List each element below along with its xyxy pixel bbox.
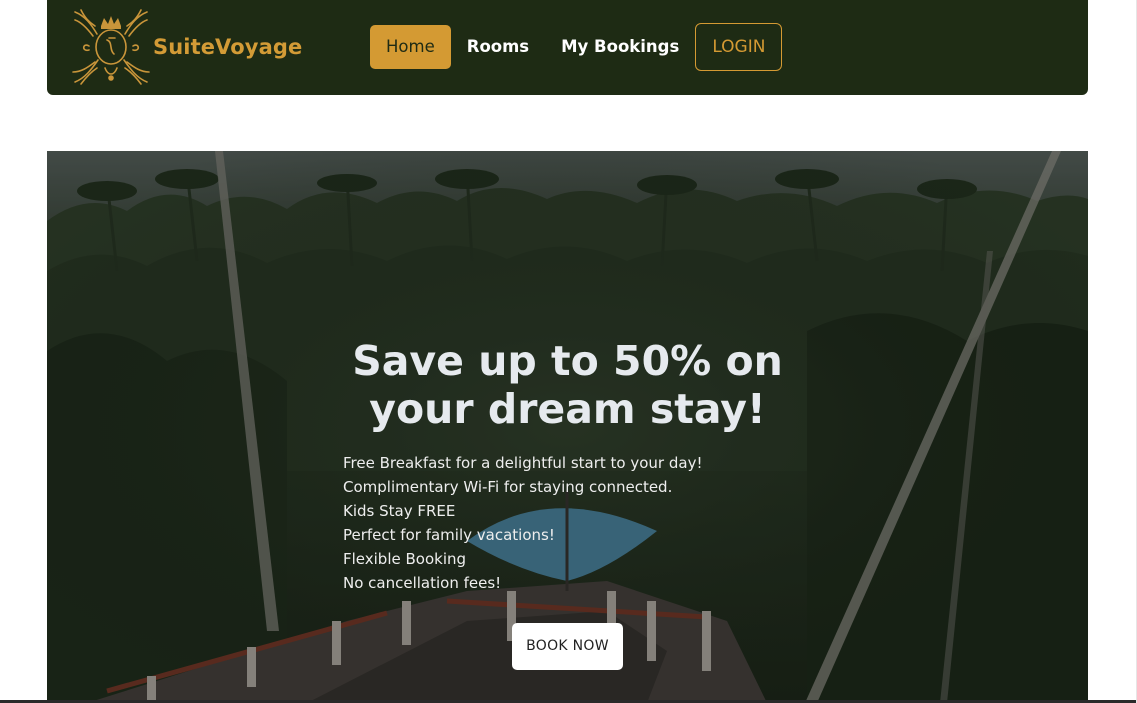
brand-name[interactable]: SuiteVoyage [153,35,302,59]
login-button[interactable]: LOGIN [695,23,783,71]
nav-my-bookings[interactable]: My Bookings [545,25,695,69]
perk-item: No cancellation fees! [343,574,502,592]
page: SuiteVoyage Home Rooms My Bookings LOGIN [0,0,1137,703]
ornate-crest-icon [72,9,150,85]
perk-item: Perfect for family vacations! [343,526,555,544]
navbar: SuiteVoyage Home Rooms My Bookings LOGIN [47,0,1088,95]
hero-banner: Save up to 50% on your dream stay! Free … [47,151,1088,703]
nav-rooms[interactable]: Rooms [451,25,545,69]
perk-item: Kids Stay FREE [343,502,456,520]
hero-title-line-1: Save up to 50% on [352,337,783,385]
main-nav: Home Rooms My Bookings LOGIN [370,23,783,71]
hero-title: Save up to 50% on your dream stay! [47,337,1088,433]
perk-item: Free Breakfast for a delightful start to… [343,454,703,472]
nav-home[interactable]: Home [370,25,451,69]
perk-item: Complimentary Wi-Fi for staying connecte… [343,478,673,496]
hero-title-line-2: your dream stay! [369,385,766,433]
brand[interactable]: SuiteVoyage [71,6,302,88]
perks-list: Free Breakfast for a delightful start to… [343,451,702,595]
book-now-button[interactable]: BOOK NOW [512,623,623,670]
perk-item: Flexible Booking [343,550,467,568]
